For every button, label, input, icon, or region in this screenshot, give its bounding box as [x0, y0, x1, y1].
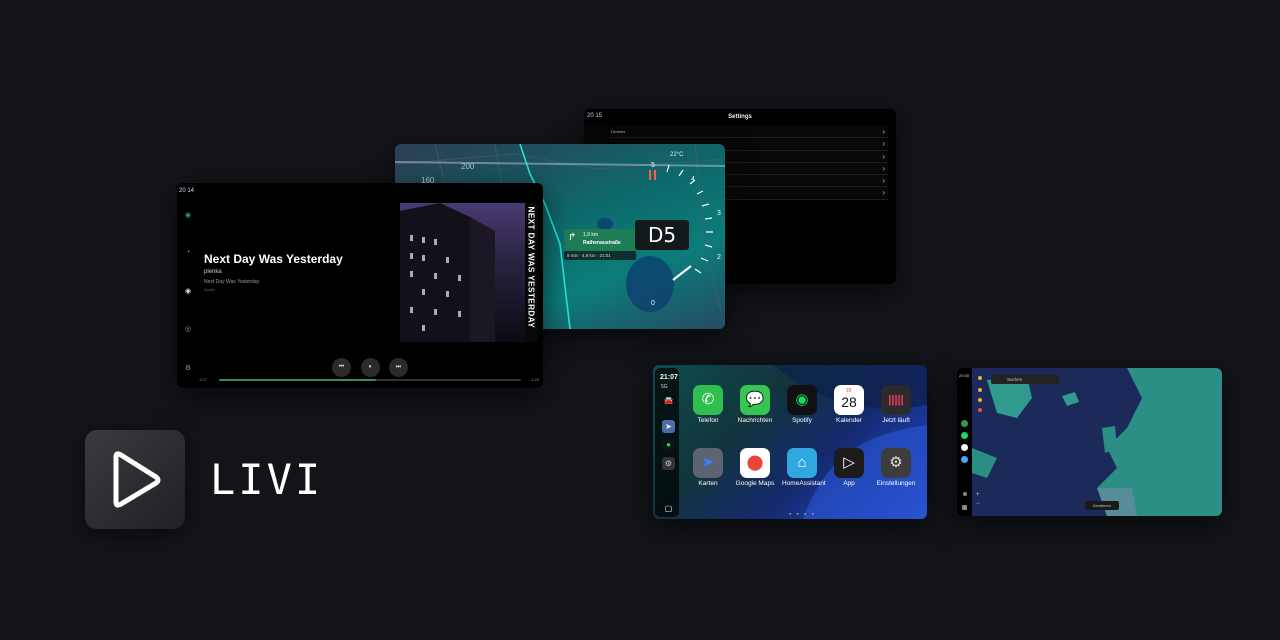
now-playing-icon: ||||| — [881, 385, 911, 415]
gear-indicator: D5 — [635, 220, 689, 250]
app-livi[interactable]: ▷ App — [829, 448, 869, 487]
status-time: 20 14 — [179, 188, 195, 194]
chevron-right-icon: › — [882, 163, 885, 173]
gear-icon[interactable]: ⚙ — [183, 364, 193, 374]
progress-fill — [219, 379, 377, 381]
track-album: Next Day Was Yesterday — [204, 279, 260, 285]
carplay-home-screen: 21:07 5G 🚘 ➤ ● ⚙ ▢ ✆ Telefon 💬 Nachricht… — [653, 365, 927, 519]
cover-text: NEXT DAY WAS YESTERDAY — [526, 206, 536, 329]
app-einstellungen[interactable]: ⚙ Einstellungen — [876, 448, 916, 487]
zoom-out-button[interactable]: − — [976, 501, 980, 507]
app-jetzt-laeuft[interactable]: ||||| Jetzt läuft — [876, 385, 916, 424]
side-rail: 20:55 — [957, 368, 972, 516]
next-button[interactable]: ⏭ — [389, 358, 408, 377]
chevron-right-icon: › — [882, 127, 885, 136]
spotify-icon[interactable] — [961, 432, 968, 439]
camera-icon[interactable]: ◎ — [183, 325, 193, 335]
poi-icon[interactable] — [978, 388, 982, 392]
spotify-icon[interactable]: ● — [662, 438, 675, 451]
app-spotify[interactable]: ◉ Spotify — [782, 385, 822, 424]
play-app-icon: ▷ — [834, 448, 864, 478]
calendar-icon: DI 28 — [834, 385, 864, 415]
maps-icon[interactable]: ➤ — [662, 420, 675, 433]
home-assistant-icon: ⌂ — [787, 448, 817, 478]
zoom-in-button[interactable]: + — [976, 492, 980, 498]
app-homeassistant[interactable]: ⌂ HomeAssistant — [782, 448, 826, 487]
settings-title: Settings — [728, 114, 752, 120]
app-nachrichten[interactable]: 💬 Nachrichten — [735, 385, 775, 424]
car-icon[interactable]: 🚘 — [662, 394, 675, 407]
app-kalender[interactable]: DI 28 Kalender — [829, 385, 869, 424]
media-icon[interactable]: ◉ — [183, 287, 193, 297]
track-artist: plenka — [204, 269, 222, 275]
settings-gear-icon[interactable]: ⚙ — [662, 457, 675, 470]
track-title: Next Day Was Yesterday — [204, 252, 343, 266]
app-logo — [85, 430, 185, 529]
signal-label: 5G — [661, 384, 668, 390]
turn-distance: 1,9 km — [583, 232, 599, 238]
app-telefon[interactable]: ✆ Telefon — [688, 385, 728, 424]
turn-right-icon: ↱ — [568, 232, 577, 243]
messages-icon: 💬 — [740, 385, 770, 415]
tach-label: 4 — [691, 176, 695, 183]
track-source: Spotify — [204, 288, 215, 292]
phone-icon: ✆ — [693, 385, 723, 415]
dashboard-icon[interactable]: ◔ — [183, 249, 193, 259]
playback-position: 1:27 — [199, 377, 207, 382]
home-button-icon[interactable]: ▢ — [662, 502, 675, 515]
remaining-time: -1:25 — [529, 377, 539, 382]
settings-row[interactable]: Devices › — [609, 126, 888, 139]
fuel-icon[interactable] — [978, 398, 982, 402]
recenter-button[interactable]: Zentrieren — [1085, 501, 1119, 510]
signal-icon[interactable]: ◉ — [183, 211, 193, 221]
tach-label: 0 — [651, 300, 655, 307]
settings-gear-icon: ⚙ — [881, 448, 911, 478]
play-icon — [113, 451, 161, 508]
eta-summary: 8 min · 4,9 km · 21:01 — [564, 251, 636, 260]
previous-button[interactable]: ⏮ — [332, 358, 351, 377]
navigation-icon[interactable] — [961, 456, 968, 463]
tach-label: 5 — [651, 162, 655, 169]
album-cover: NEXT DAY WAS YESTERDAY — [400, 203, 538, 342]
speed-mark: 200 — [461, 162, 475, 171]
spotify-icon: ◉ — [787, 385, 817, 415]
status-time: 21:07 — [660, 374, 678, 381]
app-google-maps[interactable]: ⬤ Google Maps — [735, 448, 775, 487]
microphone-icon[interactable] — [963, 492, 967, 496]
music-player-screen: 20 14 ◉ ◔ ◉ ◎ ⚙ Next Day Was Yesterday p… — [177, 183, 543, 388]
maps-icon: ➤ — [693, 448, 723, 478]
search-input[interactable]: Suchen — [991, 375, 1059, 384]
home-button-icon[interactable] — [962, 505, 967, 510]
traffic-icon[interactable] — [978, 376, 982, 380]
chevron-right-icon: › — [882, 188, 885, 198]
chevron-right-icon: › — [882, 151, 885, 161]
status-time: 20:55 — [959, 373, 970, 378]
app-karten[interactable]: ➤ Karten — [688, 448, 728, 487]
tach-label: 3 — [717, 210, 721, 217]
chevron-right-icon: › — [882, 139, 885, 149]
tach-label: 2 — [717, 254, 721, 261]
page-indicator: ● ● ● ● — [789, 511, 816, 516]
playback-controls: ⏮ ⏸ ⏭ — [332, 358, 408, 377]
maps-icon[interactable] — [961, 420, 968, 427]
progress-bar[interactable] — [219, 379, 521, 381]
turn-instruction-card[interactable]: ↱ 1,9 km Rathenaustraße — [564, 229, 636, 251]
phone-icon[interactable] — [961, 444, 968, 451]
google-maps-icon: ⬤ — [740, 448, 770, 478]
chevron-right-icon: › — [882, 176, 885, 186]
world-map-screen: 20:55 Suchen + − Zentrieren — [957, 368, 1222, 516]
street-name: Rathenaustraße — [583, 240, 621, 246]
cover-art — [400, 203, 495, 342]
brand-name: LIVI — [210, 455, 324, 504]
pause-button[interactable]: ⏸ — [360, 358, 380, 377]
alert-icon[interactable] — [978, 408, 982, 412]
carplay-dock: 21:07 5G 🚘 ➤ ● ⚙ ▢ — [655, 368, 679, 517]
world-map[interactable] — [957, 368, 1222, 516]
